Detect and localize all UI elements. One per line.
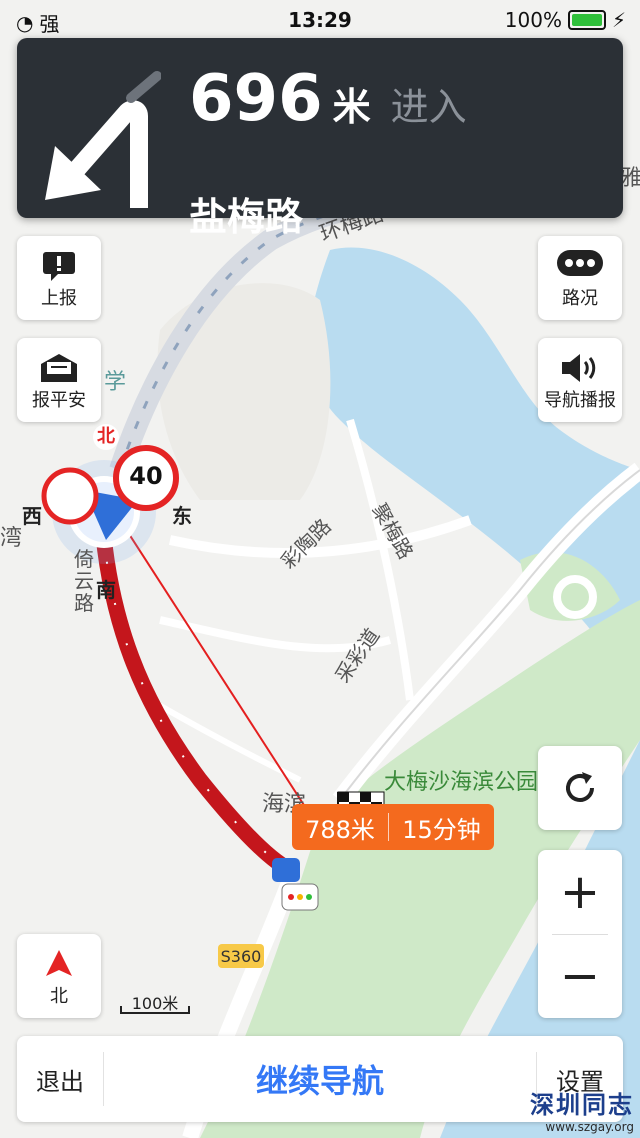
compass-south-label: 南 <box>96 578 116 602</box>
voice-label: 导航播报 <box>544 390 616 411</box>
zoom-controls: + − <box>538 850 622 1018</box>
voice-broadcast-button[interactable]: 导航播报 <box>538 338 622 422</box>
map-label-ya: 雅 <box>620 166 640 191</box>
compass-north-button[interactable]: 北 <box>17 934 101 1018</box>
eta-distance: 788米 <box>305 815 375 844</box>
watermark: 深圳同志 www.szgay.org <box>530 1085 634 1134</box>
turn-left-arrow-icon <box>45 71 161 208</box>
watermark-title: 深圳同志 <box>530 1090 634 1119</box>
exit-button[interactable]: 退出 <box>17 1036 103 1122</box>
map-label-qiyun: 倚云路 <box>74 547 94 615</box>
battery-percent: 100% <box>504 8 562 32</box>
traffic-dots-icon <box>557 250 603 276</box>
next-road-name: 盐梅路 <box>189 195 304 239</box>
speed-limit-value: 40 <box>129 462 163 490</box>
refresh-route-button[interactable] <box>538 746 622 830</box>
envelope-icon <box>41 354 77 382</box>
north-arrow-icon <box>46 950 72 976</box>
charging-icon: ⚡ <box>611 8 626 32</box>
distance-unit: 米 <box>332 85 371 129</box>
action-text: 进入 <box>390 85 467 129</box>
traffic-label: 路况 <box>562 288 598 309</box>
report-button[interactable]: 上报 <box>17 236 101 320</box>
map-label-xue: 学 <box>104 370 127 395</box>
compass-north-button-label: 北 <box>50 986 68 1007</box>
turn-instruction-banner[interactable]: 696 米 进入 盐梅路 <box>17 38 623 239</box>
watermark-url: www.szgay.org <box>545 1120 634 1134</box>
compass-east-label: 东 <box>172 504 192 528</box>
compass-west-label: 西 <box>22 504 42 528</box>
traffic-button[interactable]: 路况 <box>538 236 622 320</box>
highway-badge: S360 <box>220 947 262 966</box>
continue-navigation-button[interactable]: 继续导航 <box>103 1036 537 1122</box>
safety-label: 报平安 <box>32 390 86 411</box>
report-label: 上报 <box>41 288 77 309</box>
compass-north-label: 北 <box>93 424 119 450</box>
eta-bubble[interactable]: 788米 15分钟 <box>292 804 494 850</box>
safety-report-button[interactable]: 报平安 <box>17 338 101 422</box>
distance-value: 696 <box>189 62 323 136</box>
speaker-icon <box>562 354 596 382</box>
status-bar: ◔ 强 13:29 100% ⚡ <box>0 0 640 38</box>
map-label-wan: 湾 <box>0 526 23 551</box>
map-label-park: 大梅沙海滨公园 <box>384 770 539 795</box>
battery-icon <box>567 10 606 30</box>
refresh-icon <box>566 772 594 802</box>
eta-time: 15分钟 <box>402 815 481 844</box>
report-alert-icon <box>43 252 75 281</box>
map-scale: 100米 <box>120 990 190 1016</box>
zoom-in-button[interactable]: + <box>538 850 622 934</box>
zoom-out-button[interactable]: − <box>538 934 622 1018</box>
